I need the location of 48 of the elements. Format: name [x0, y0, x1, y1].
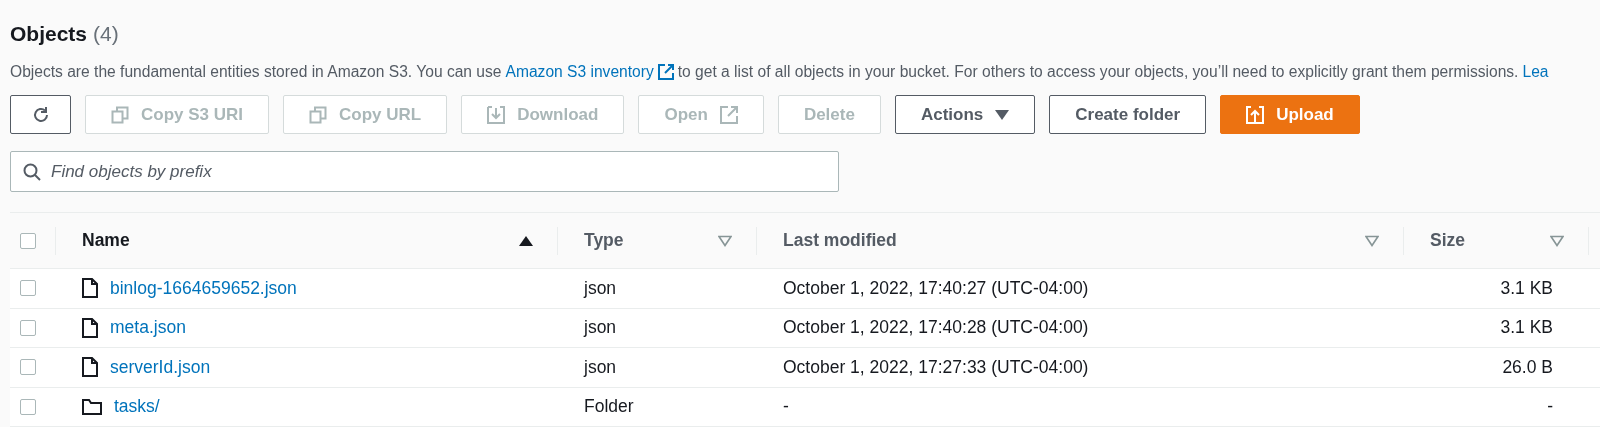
actions-dropdown[interactable]: Actions [894, 95, 1036, 134]
external-link-icon [657, 64, 674, 80]
caret-icon [995, 108, 1010, 121]
column-header[interactable]: Type [584, 230, 624, 251]
copy-icon [111, 105, 129, 124]
object-link[interactable]: serverId.json [110, 356, 211, 378]
page-title: Objects [10, 22, 88, 46]
checkbox[interactable] [20, 232, 36, 249]
learn-more-link[interactable]: Lea [1522, 63, 1549, 81]
table-cell-text: - [1546, 396, 1554, 418]
download-icon [487, 105, 506, 124]
inventory-link[interactable]: Amazon S3 inventory [505, 63, 674, 81]
checkbox[interactable] [20, 398, 36, 415]
table-cell-text: json [582, 356, 618, 378]
object-link[interactable]: binlog-1664659652.json [110, 277, 297, 299]
search-icon [23, 163, 41, 181]
description-text: Objects are the fundamental entities stored in Amazon S3. You can use [10, 63, 502, 81]
checkbox[interactable] [20, 280, 36, 297]
description-text: to get a list of all objects in your bucket. For others to access your objects, you’ll need to explicitly grant them permissions. [677, 63, 1519, 81]
table-cell-text: October 1, 2022, 17:40:28 (UTC-04:00) [782, 317, 1090, 339]
table-cell-text: 26.0 B [1501, 356, 1554, 378]
object-link[interactable]: meta.json [110, 317, 186, 339]
external-link-icon [719, 105, 738, 124]
table-cell-text: October 1, 2022, 17:40:27 (UTC-04:00) [782, 277, 1090, 299]
table-cell-text: 3.1 KB [1499, 277, 1554, 299]
checkbox[interactable] [20, 319, 36, 336]
file-icon [82, 278, 98, 299]
search-field[interactable]: Find objects by prefix [10, 151, 839, 192]
table-cell-text: Folder [583, 396, 635, 418]
table-cell-text: - [782, 396, 790, 418]
refresh-button[interactable] [10, 95, 71, 134]
table-cell-text: json [582, 277, 618, 299]
column-header[interactable]: Size [1430, 230, 1466, 251]
column-header[interactable]: Last modified [783, 230, 897, 251]
table-cell-text: 3.1 KB [1499, 317, 1554, 339]
file-icon [82, 357, 98, 378]
toolbar-button[interactable]: Create folder [1049, 95, 1207, 134]
object-count: (4) [93, 22, 119, 46]
toolbar-button[interactable]: Upload [1220, 95, 1360, 134]
column-header[interactable]: Name [82, 230, 130, 251]
table-cell-text: October 1, 2022, 17:27:33 (UTC-04:00) [782, 356, 1090, 378]
object-link[interactable]: tasks/ [114, 396, 160, 418]
table-cell-text: json [582, 317, 618, 339]
file-icon [82, 317, 98, 338]
upload-icon [1246, 105, 1265, 124]
checkbox[interactable] [20, 359, 36, 376]
copy-icon [309, 105, 328, 124]
folder-icon [82, 398, 102, 415]
